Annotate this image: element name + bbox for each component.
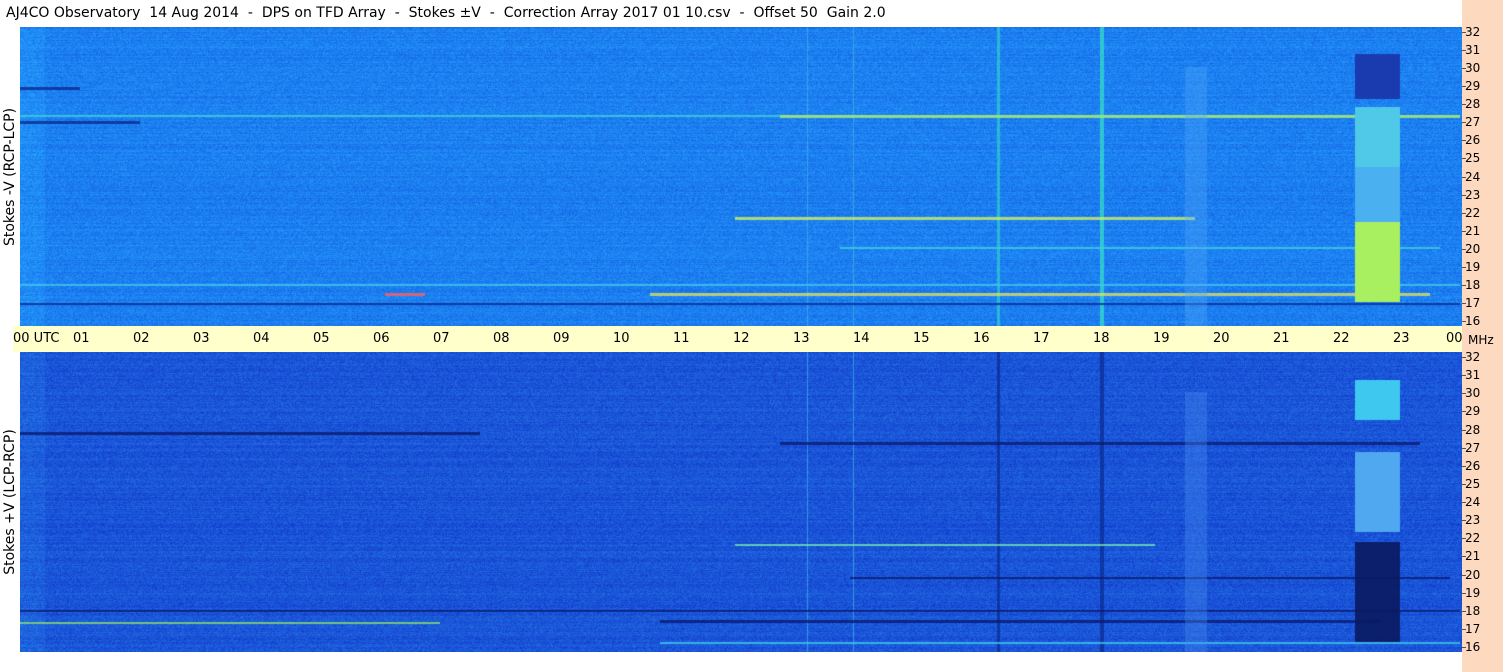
utc-hour-label: 04	[253, 331, 270, 346]
utc-hour-label: 10	[613, 331, 630, 346]
mhz-tick-label: 20	[1465, 567, 1481, 582]
mhz-tick-label: 32	[1465, 350, 1481, 364]
mhz-tick-label: 18	[1465, 603, 1481, 618]
mhz-tick-label: 26	[1465, 458, 1481, 473]
utc-time-axis: 00 UTC 01 02 03 04 05 06 07 08 09 10 11 12 13 14 15 16 17…	[13, 326, 1463, 352]
utc-hour-label: 18	[1093, 331, 1110, 346]
utc-hour-label: 02	[133, 331, 150, 346]
mhz-tick-label: 25	[1465, 151, 1481, 166]
utc-hour-label: 19	[1153, 331, 1170, 346]
utc-hour-label: 23	[1393, 331, 1410, 346]
top-spectrogram-canvas[interactable]	[20, 27, 1462, 326]
mhz-tick-label: 19	[1465, 585, 1481, 600]
bottom-panel-label: Stokes +V (LCP-RCP)	[2, 429, 18, 575]
mhz-tick-label: 23	[1465, 187, 1481, 202]
utc-hour-label: 22	[1333, 331, 1350, 346]
utc-hour-label: 12	[733, 331, 750, 346]
mhz-tick-label: 25	[1465, 476, 1481, 491]
mhz-tick-label: 28	[1465, 422, 1481, 437]
utc-hour-label: 01	[73, 331, 90, 346]
mhz-tick-label: 21	[1465, 223, 1481, 238]
mhz-tick-label: 22	[1465, 205, 1481, 220]
utc-hour-label: 09	[553, 331, 570, 346]
mhz-tick-label: 17	[1465, 621, 1481, 636]
mhz-tick-label: 32	[1465, 25, 1481, 39]
utc-hour-label: 05	[313, 331, 330, 346]
utc-hour-label: 00	[1446, 331, 1463, 346]
utc-hour-label: 16	[973, 331, 990, 346]
utc-hour-label: 07	[433, 331, 450, 346]
mhz-tick-label: 24	[1465, 495, 1481, 509]
mhz-tick-label: 28	[1465, 97, 1481, 112]
utc-hour-label: 21	[1273, 331, 1290, 346]
utc-hour-label: 06	[373, 331, 390, 346]
mhz-tick-label: 27	[1465, 115, 1481, 130]
bottom-panel-label-container: Stokes +V (LCP-RCP)	[0, 352, 20, 652]
mhz-tick-label: 20	[1465, 241, 1481, 256]
utc-hour-label: 13	[793, 331, 810, 346]
mhz-tick-label: 21	[1465, 549, 1481, 564]
utc-hour-label: 08	[493, 331, 510, 346]
mhz-tick-label: 30	[1465, 386, 1481, 401]
utc-hour-label: 17	[1033, 331, 1050, 346]
utc-hour-label: 11	[673, 331, 690, 346]
mhz-unit-label: MHz	[1468, 333, 1494, 347]
mhz-tick-label: 26	[1465, 133, 1481, 148]
top-panel-label-container: Stokes -V (RCP-LCP)	[0, 27, 20, 326]
mhz-tick-label: 16	[1465, 640, 1481, 654]
top-panel-label: Stokes -V (RCP-LCP)	[2, 107, 18, 246]
utc-hour-label: 14	[853, 331, 870, 346]
mhz-tick-label: 27	[1465, 440, 1481, 455]
utc-hour-label: 03	[193, 331, 210, 346]
mhz-tick-label: 22	[1465, 531, 1481, 546]
window-title: AJ4CO Observatory 14 Aug 2014 - DPS on T…	[0, 0, 1462, 27]
top-spectrogram-panel[interactable]	[20, 27, 1462, 326]
mhz-tick-label: 30	[1465, 61, 1481, 76]
mhz-tick-label: 31	[1465, 43, 1481, 58]
mhz-tick-label: 17	[1465, 295, 1481, 310]
mhz-tick-label: 23	[1465, 513, 1481, 528]
mhz-tick-label: 24	[1465, 169, 1481, 184]
mhz-tick-label: 18	[1465, 277, 1481, 292]
mhz-tick-label: 29	[1465, 404, 1481, 419]
mhz-tick-label: 16	[1465, 314, 1481, 328]
mhz-tick-label: 29	[1465, 79, 1481, 94]
utc-hour-label: 00 UTC	[13, 331, 60, 346]
utc-hour-label: 20	[1213, 331, 1230, 346]
bottom-spectrogram-panel[interactable]	[20, 352, 1462, 652]
mhz-tick-label: 19	[1465, 259, 1481, 274]
mhz-tick-label: 31	[1465, 368, 1481, 383]
bottom-spectrogram-canvas[interactable]	[20, 352, 1462, 652]
utc-hour-label: 15	[913, 331, 930, 346]
